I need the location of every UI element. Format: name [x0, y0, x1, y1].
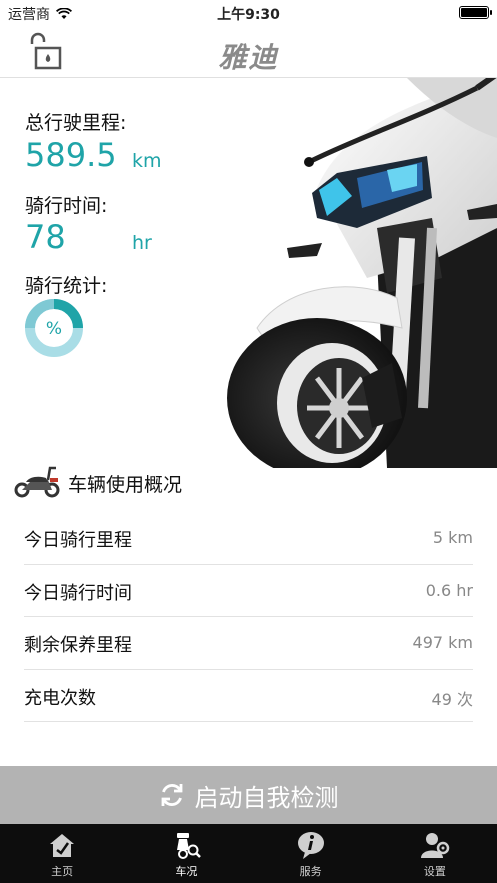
ride-time-label: 骑行时间:	[25, 195, 108, 217]
home-icon	[50, 834, 75, 857]
row-value: 5 km	[432, 528, 473, 547]
ride-stats-label: 骑行统计:	[25, 275, 108, 297]
brand-logo: 雅迪	[218, 41, 279, 74]
stats-panel: 总行驶里程: 589.5 km 骑行时间: 78 hr 骑行统计: %	[0, 78, 497, 468]
list-item: 今日骑行时间 0.6 hr	[24, 565, 473, 617]
tab-service[interactable]: 服务	[249, 824, 373, 883]
tab-settings[interactable]: 设置	[373, 824, 497, 883]
list-item: 充电次数 49 次	[24, 670, 473, 722]
total-mileage-value: 589.5	[25, 136, 117, 174]
status-right	[459, 6, 492, 19]
start-self-check-button[interactable]: 启动自我检测	[0, 766, 497, 824]
ride-time-unit: hr	[132, 232, 152, 254]
row-value: 497 km	[412, 633, 473, 652]
row-label: 剩余保养里程	[24, 635, 132, 656]
motorcycle-image	[227, 78, 497, 468]
tab-service-label: 服务	[299, 865, 322, 878]
overview-title: 车辆使用概况	[68, 474, 183, 496]
total-mileage-label: 总行驶里程:	[25, 112, 127, 134]
refresh-icon	[161, 784, 182, 806]
scooter-icon	[14, 466, 60, 498]
row-value: 49 次	[431, 689, 473, 709]
tab-home-label: 主页	[51, 865, 74, 878]
status-bar: 运营商 上午9:30	[0, 0, 497, 26]
total-mileage-unit: km	[132, 150, 162, 172]
tab-home[interactable]: 主页	[0, 824, 124, 883]
ride-time-value: 78	[25, 218, 66, 256]
list-item: 今日骑行里程 5 km	[24, 512, 473, 565]
info-icon	[297, 832, 324, 859]
battery-icon	[459, 6, 492, 19]
user-settings-icon	[420, 833, 450, 858]
ring-percent-text: %	[46, 319, 62, 339]
app-header: 雅迪	[0, 26, 497, 78]
start-self-check-label: 启动自我检测	[194, 783, 339, 812]
ride-stats-ring[interactable]: %	[24, 298, 84, 358]
list-item: 剩余保养里程 497 km	[24, 617, 473, 670]
tab-vehicle-status-label: 车况	[175, 865, 198, 878]
tab-vehicle-status[interactable]: 车况	[124, 824, 248, 883]
overview-header: 车辆使用概况	[0, 462, 497, 502]
tab-settings-label: 设置	[423, 865, 446, 878]
row-label: 充电次数	[24, 687, 96, 709]
row-label: 今日骑行时间	[24, 582, 132, 604]
row-value: 0.6 hr	[425, 580, 473, 600]
scooter-search-icon	[177, 833, 202, 859]
row-label: 今日骑行里程	[24, 530, 132, 551]
tab-bar: 主页 车况 服务 设置	[0, 824, 497, 883]
overview-list: 今日骑行里程 5 km 今日骑行时间 0.6 hr 剩余保养里程 497 km …	[0, 512, 497, 722]
status-time: 上午9:30	[217, 7, 280, 23]
